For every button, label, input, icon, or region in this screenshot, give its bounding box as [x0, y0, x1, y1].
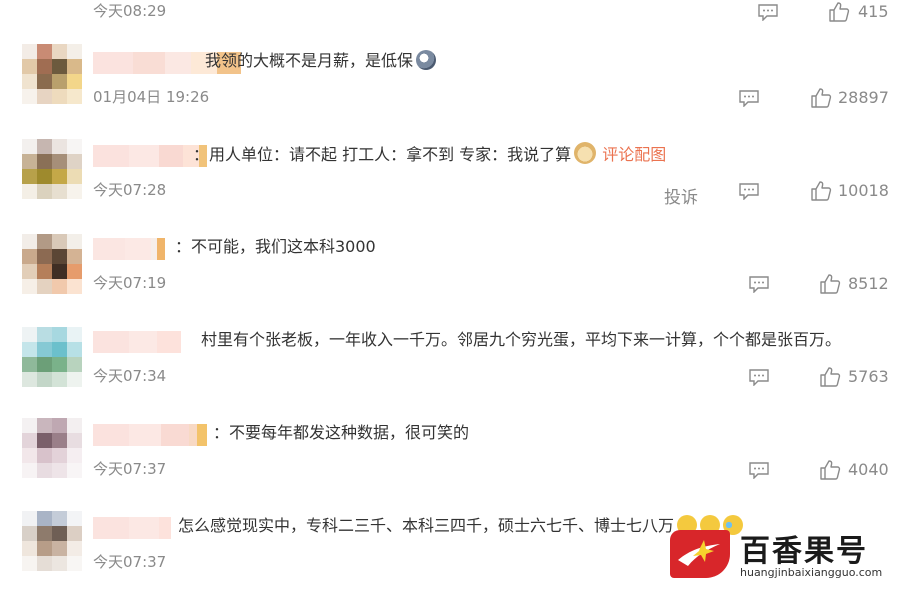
avatar[interactable]	[22, 327, 82, 387]
like-count: 4040	[848, 460, 889, 479]
comment-row: ：用人单位：请不起 打工人：拿不到 专家：我说了算 评论配图 今天07:28 投诉…	[0, 139, 916, 238]
comment-icon[interactable]	[758, 4, 778, 21]
comment-text: 村里有个张老板，一年收入一千万。邻居九个穷光蛋，平均下来一计算，个个都是张百万。	[201, 330, 842, 349]
comment-icon[interactable]	[739, 183, 759, 200]
brand-url: huangjinbaixiangguo.com	[740, 566, 883, 579]
comment-time: 今天07:37	[93, 553, 167, 571]
doge-face-icon	[574, 142, 597, 164]
avatar[interactable]	[22, 44, 82, 104]
comment-time: 今天07:28	[93, 181, 167, 199]
comment-row: 村里有个张老板，一年收入一千万。邻居九个穷光蛋，平均下来一计算，个个都是张百万。…	[0, 327, 916, 424]
thumbs-up-icon[interactable]	[819, 459, 841, 481]
watermark: 百香果号 huangjinbaixiangguo.com	[670, 520, 916, 587]
like-count: 415	[858, 2, 889, 21]
comment-icon[interactable]	[739, 90, 759, 107]
comment-text: 我领的大概不是月薪，是低保	[205, 51, 414, 70]
report-button[interactable]: 投诉	[664, 183, 698, 208]
comment-row-prev: 今天08:29 415	[0, 0, 916, 59]
comment-time: 今天08:29	[93, 2, 167, 20]
comment-row: 我领的大概不是月薪，是低保 01月04日 19:26 28897	[0, 44, 916, 145]
username-blurred[interactable]	[93, 238, 165, 260]
like-count: 28897	[838, 88, 889, 107]
thumbs-up-icon[interactable]	[819, 273, 841, 295]
comment-text: ：用人单位：请不起 打工人：拿不到 专家：我说了算	[193, 145, 572, 164]
avatar[interactable]	[22, 139, 82, 199]
comment-icon[interactable]	[749, 369, 769, 386]
username-blurred[interactable]	[93, 424, 207, 446]
like-count: 5763	[848, 367, 889, 386]
thumbs-up-icon[interactable]	[810, 87, 832, 109]
comment-row: ：不要每年都发这种数据，很可笑的 今天07:37 4040	[0, 418, 916, 517]
comment-time: 今天07:37	[93, 460, 167, 478]
username-blurred[interactable]	[93, 331, 181, 353]
like-count: 8512	[848, 274, 889, 293]
comment-text: ：不可能，我们这本科3000	[175, 237, 376, 256]
comment-time: 01月04日 19:26	[93, 88, 210, 106]
comment-text: 怎么感觉现实中，专科二三千、本科三四千，硕士六七千、博士七八万	[178, 516, 675, 535]
username-blurred[interactable]	[93, 517, 171, 539]
comment-icon[interactable]	[749, 462, 769, 479]
comment-text: ：不要每年都发这种数据，很可笑的	[213, 423, 470, 442]
avatar[interactable]	[22, 418, 82, 478]
view-comment-image-link[interactable]: 评论配图	[602, 145, 666, 164]
grin-face-icon	[416, 50, 437, 70]
thumbs-up-icon[interactable]	[819, 366, 841, 388]
comment-time: 今天07:34	[93, 367, 167, 385]
comment-time: 今天07:19	[93, 274, 167, 292]
brand-name: 百香果号	[740, 534, 868, 569]
comment-row: ：不可能，我们这本科3000 今天07:19 8512	[0, 234, 916, 331]
brand-logo-icon	[670, 530, 730, 578]
comment-icon[interactable]	[749, 276, 769, 293]
username-blurred[interactable]	[93, 145, 207, 167]
avatar[interactable]	[22, 234, 82, 294]
like-count: 10018	[838, 181, 889, 200]
thumbs-up-icon[interactable]	[828, 1, 850, 23]
thumbs-up-icon[interactable]	[810, 180, 832, 202]
avatar[interactable]	[22, 511, 82, 571]
